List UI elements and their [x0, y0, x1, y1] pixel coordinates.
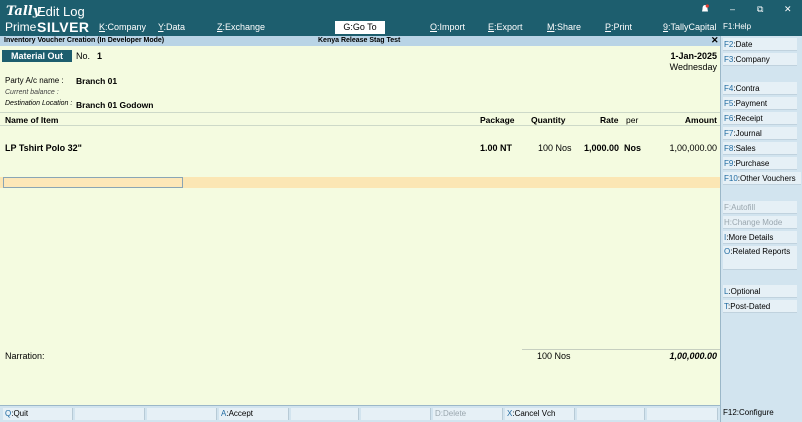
- item-table-header: Name of Item Package Quantity Rate per A…: [0, 112, 720, 126]
- menu-company[interactable]: K:Company: [99, 22, 146, 32]
- autofill-button[interactable]: F:Autofill: [723, 201, 797, 214]
- col-package: Package: [480, 115, 515, 125]
- voucher-day: Wednesday: [669, 62, 717, 72]
- top-header: Tally Edit Log Prime SILVER K:Company Y:…: [0, 0, 720, 36]
- more-details-button[interactable]: I:More Details: [723, 231, 797, 244]
- menu-exchange[interactable]: Z:Exchange: [217, 22, 265, 32]
- notification-bell-icon[interactable]: [701, 4, 709, 14]
- item-quantity[interactable]: 100 Nos: [538, 143, 572, 153]
- bottom-empty-slot-1: [75, 408, 145, 420]
- bottom-empty-slot-5: [361, 408, 431, 420]
- item-rate[interactable]: 1,000.00: [584, 143, 619, 153]
- optional-button[interactable]: L:Optional: [723, 285, 797, 298]
- voucher-title-bar: Inventory Voucher Creation (In Developer…: [0, 35, 720, 46]
- menu-import[interactable]: O:Import: [430, 22, 465, 32]
- restore-icon[interactable]: ⧉: [757, 4, 763, 15]
- tally-logo: Tally: [6, 4, 41, 19]
- receipt-button[interactable]: F6:Receipt: [723, 112, 797, 125]
- menu-share[interactable]: M:Share: [547, 22, 581, 32]
- col-quantity: Quantity: [531, 115, 566, 125]
- sales-button[interactable]: F8:Sales: [723, 142, 797, 155]
- menu-export[interactable]: E:Export: [488, 22, 523, 32]
- company-name: Kenya Release Stag Test: [318, 37, 401, 44]
- bottom-empty-slot-4: [291, 408, 359, 420]
- voucher-body: Material Out No. 1 1-Jan-2025 Wednesday …: [0, 46, 720, 405]
- close-voucher-icon[interactable]: ✕: [711, 35, 719, 45]
- menu-print[interactable]: P:Print: [605, 22, 632, 32]
- destination-label: Destination Location :: [5, 100, 73, 107]
- item-package[interactable]: 1.00 NT: [480, 143, 512, 153]
- voucher-type-badge[interactable]: Material Out: [2, 50, 72, 62]
- item-name[interactable]: LP Tshirt Polo 32": [5, 143, 82, 153]
- voucher-no-label: No.: [76, 51, 91, 61]
- screen-title: Inventory Voucher Creation (In Developer…: [4, 37, 165, 44]
- app-title: Edit Log: [37, 4, 85, 19]
- col-rate: Rate: [600, 115, 619, 125]
- cancel-vch-button[interactable]: X:Cancel Vch: [505, 408, 575, 420]
- total-quantity: 100 Nos: [537, 351, 571, 361]
- voucher-date[interactable]: 1-Jan-2025: [670, 51, 717, 61]
- balance-label: Current balance :: [5, 89, 59, 96]
- configure-button[interactable]: F12:Configure: [723, 408, 774, 417]
- item-amount[interactable]: 1,00,000.00: [669, 143, 717, 153]
- right-button-panel: F1:Help F2:Date F3:Company F4:Contra F5:…: [720, 22, 802, 422]
- minimize-icon[interactable]: –: [730, 4, 735, 14]
- bottom-empty-slot-9: [647, 408, 718, 420]
- total-amount: 1,00,000.00: [669, 351, 717, 361]
- related-reports-button[interactable]: O:Related Reports: [723, 246, 797, 270]
- item-per[interactable]: Nos: [624, 143, 641, 153]
- col-amount: Amount: [684, 115, 717, 125]
- other-vouchers-button[interactable]: F10:Other Vouchers: [723, 172, 801, 185]
- party-label: Party A/c name :: [5, 76, 64, 85]
- close-icon[interactable]: ✕: [784, 4, 792, 15]
- quit-button[interactable]: Q:Quit: [3, 408, 73, 420]
- delete-button[interactable]: D:Delete: [433, 408, 503, 420]
- accept-button[interactable]: A:Accept: [219, 408, 289, 420]
- change-mode-button[interactable]: H:Change Mode: [723, 216, 797, 229]
- purchase-button[interactable]: F9:Purchase: [723, 157, 797, 170]
- menu-data[interactable]: Y:Data: [158, 22, 185, 32]
- menu-tallycapital[interactable]: 9:TallyCapital: [663, 22, 717, 32]
- bottom-button-bar: Q:Quit A:Accept D:Delete X:Cancel Vch: [0, 405, 720, 422]
- logo-edition-text: SILVER: [37, 19, 90, 35]
- menu-goto[interactable]: G:Go To: [335, 21, 385, 34]
- date-button[interactable]: F2:Date: [723, 38, 797, 51]
- payment-button[interactable]: F5:Payment: [723, 97, 797, 110]
- contra-button[interactable]: F4:Contra: [723, 82, 797, 95]
- logo-prime-text: Prime: [5, 20, 37, 34]
- item-name-input[interactable]: [3, 177, 183, 188]
- post-dated-button[interactable]: T:Post-Dated: [723, 300, 797, 313]
- table-row[interactable]: LP Tshirt Polo 32" 1.00 NT 100 Nos 1,000…: [0, 142, 720, 156]
- bottom-empty-slot-2: [147, 408, 217, 420]
- journal-button[interactable]: F7:Journal: [723, 127, 797, 140]
- company-button[interactable]: F3:Company: [723, 53, 797, 66]
- help-button[interactable]: F1:Help: [723, 22, 751, 31]
- voucher-no[interactable]: 1: [97, 51, 102, 61]
- party-field[interactable]: Branch 01: [76, 76, 117, 86]
- col-name-of-item: Name of Item: [5, 115, 59, 125]
- bottom-empty-slot-8: [577, 408, 645, 420]
- col-per: per: [626, 115, 639, 125]
- narration-label: Narration:: [5, 351, 45, 361]
- new-item-row[interactable]: [0, 177, 720, 188]
- destination-field[interactable]: Branch 01 Godown: [76, 100, 153, 110]
